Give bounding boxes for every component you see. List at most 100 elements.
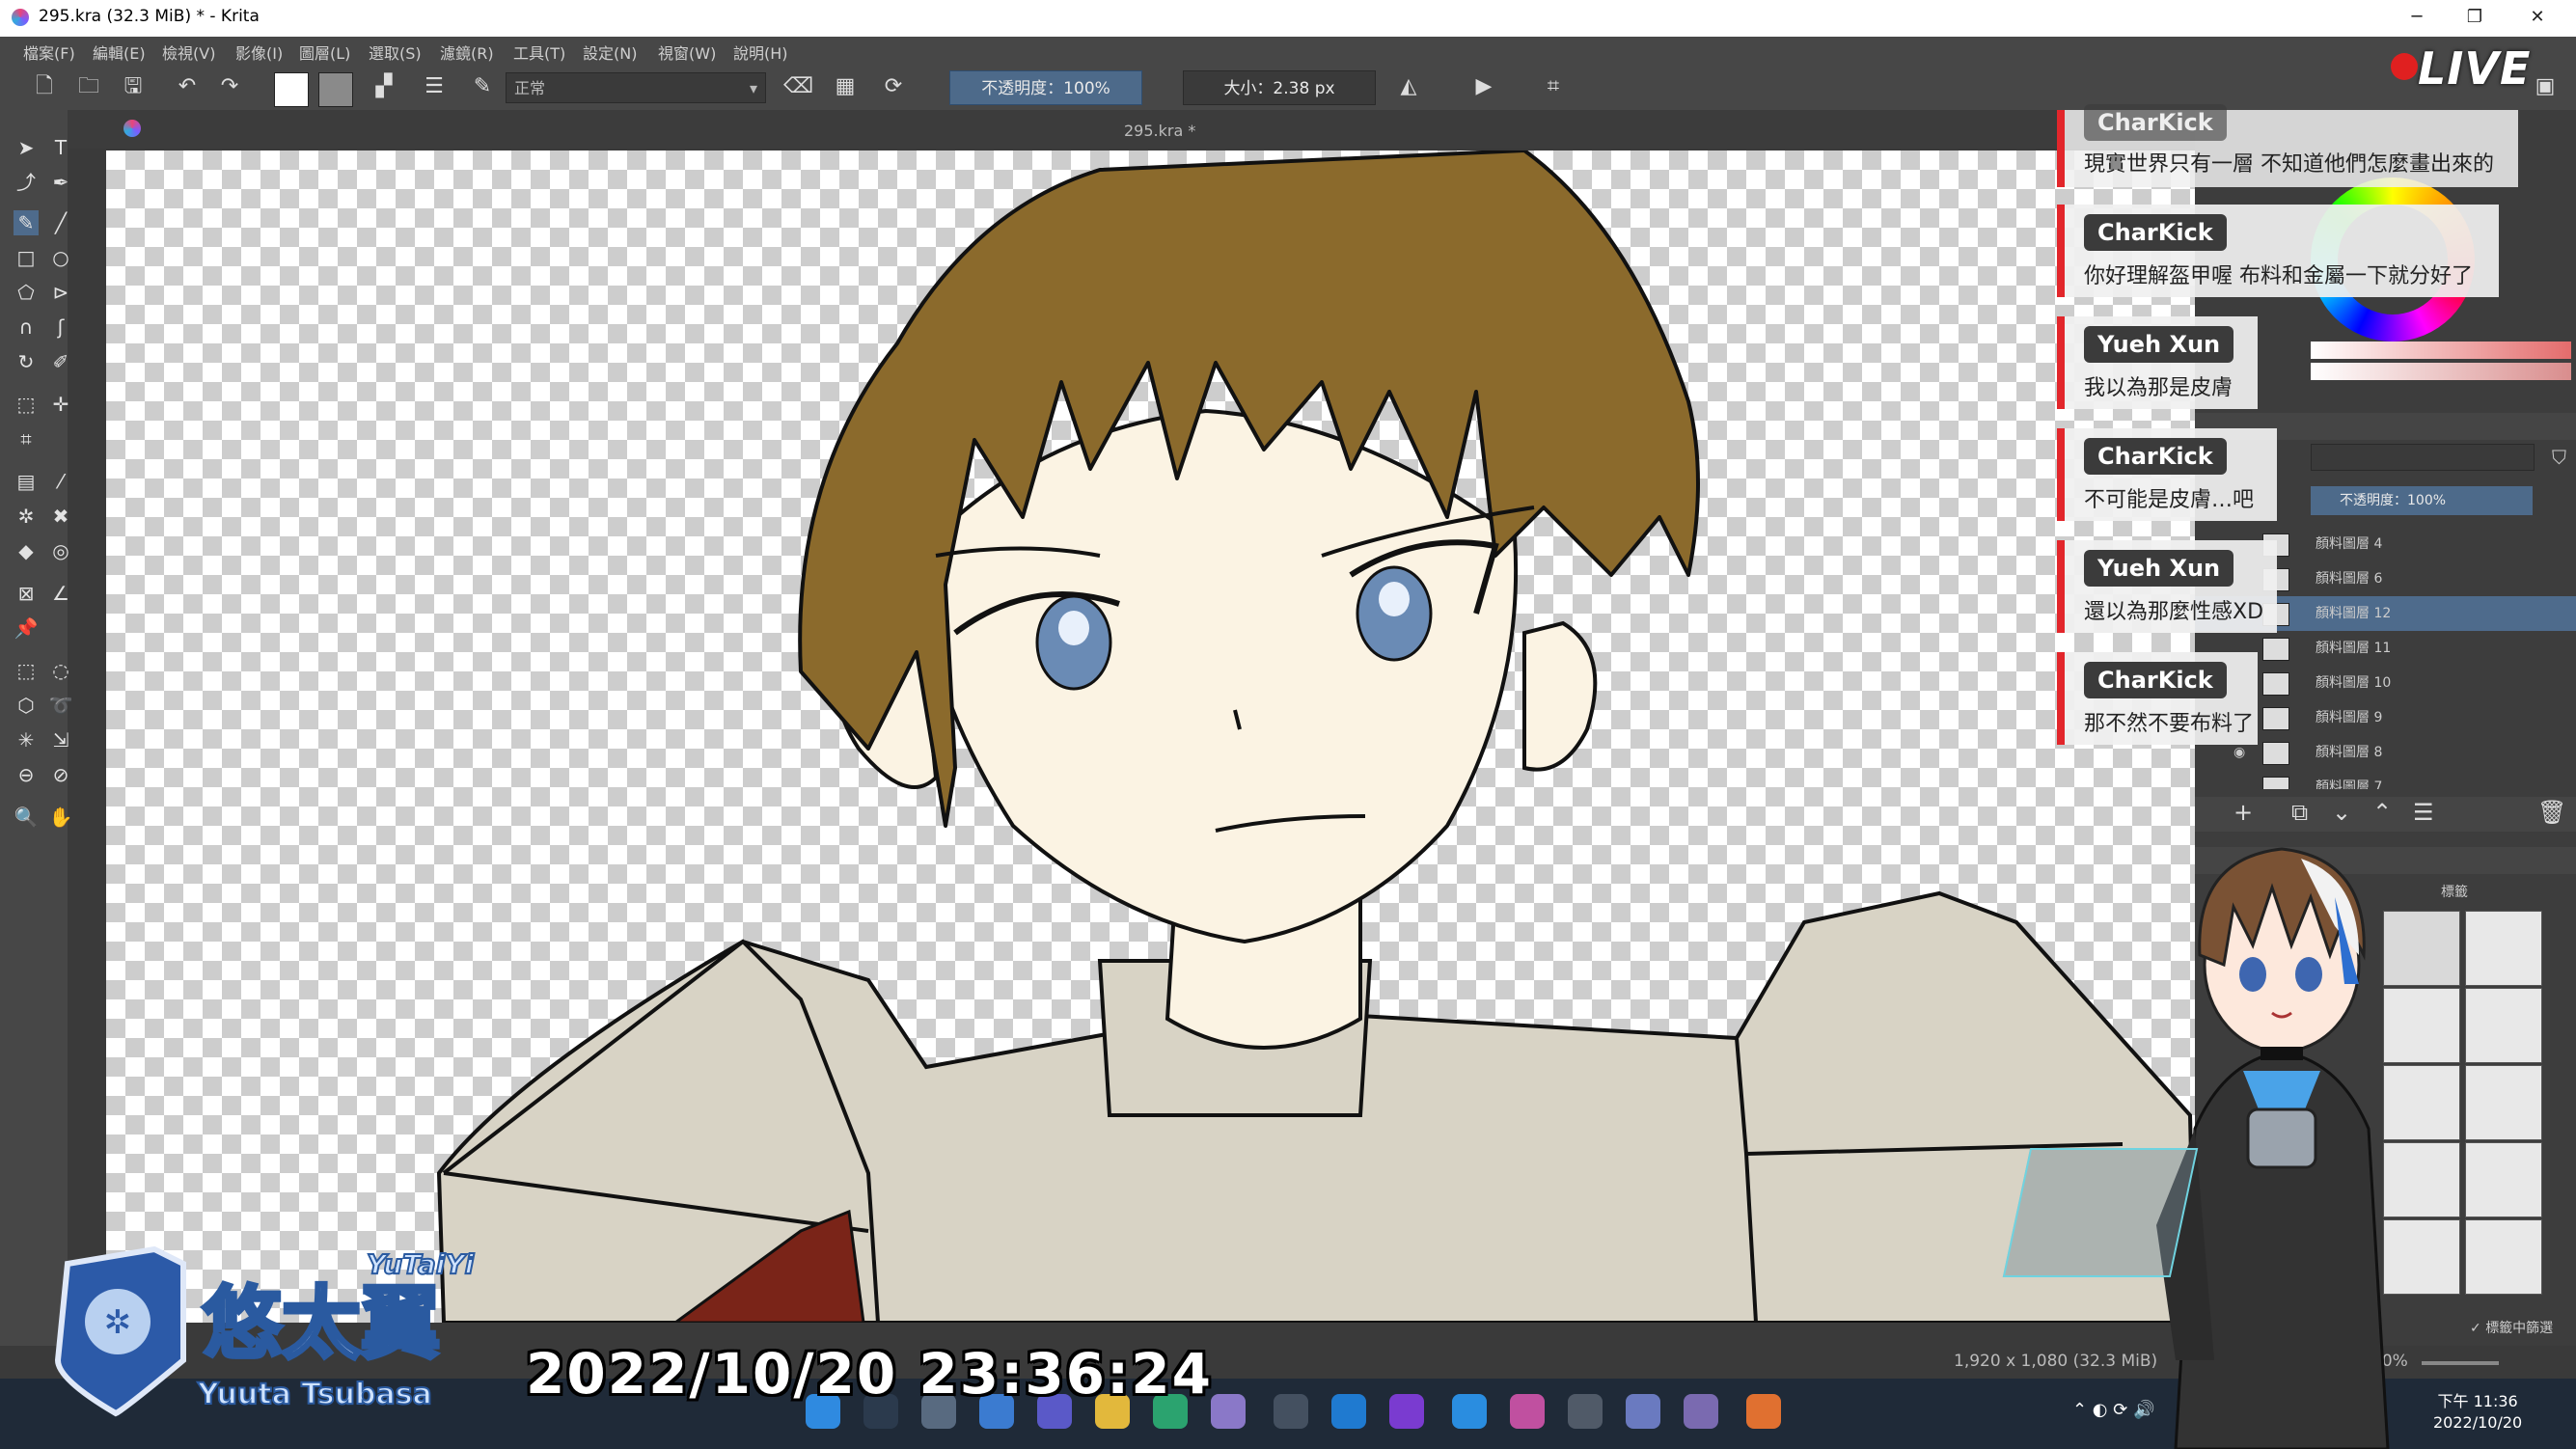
twitter-icon[interactable]	[1452, 1394, 1487, 1429]
multibrush-tool-icon[interactable]: ✐	[48, 349, 73, 374]
pattern-icon[interactable]: ▞	[370, 73, 397, 100]
vroid-app-icon[interactable]	[1211, 1394, 1246, 1429]
alpha-lock-icon[interactable]: ▦	[832, 73, 859, 100]
menu-filter[interactable]: 濾鏡(R)	[440, 41, 494, 64]
close-icon[interactable]: ✕	[2518, 4, 2557, 31]
krita-taskbar-icon[interactable]	[1510, 1394, 1545, 1429]
color-slider[interactable]	[2311, 342, 2571, 359]
measure-tool-icon[interactable]: ∠	[48, 581, 73, 606]
brush-preset[interactable]	[2465, 1219, 2542, 1295]
brush-preset-icon[interactable]: ✎	[469, 73, 496, 100]
enclose-fill-tool-icon[interactable]: ◎	[48, 538, 73, 563]
opacity-slider[interactable]: 不透明度：100%	[949, 70, 1142, 105]
mirror-horizontal-icon[interactable]: ◭	[1395, 73, 1422, 100]
obs-app-icon[interactable]	[1274, 1394, 1308, 1429]
drawing-canvas[interactable]	[106, 150, 2195, 1323]
calligraphy-tool-icon[interactable]: ✒	[48, 170, 73, 195]
ellipse-tool-icon[interactable]: ○	[48, 245, 73, 270]
crop-tool-icon[interactable]: ⌗	[14, 426, 39, 451]
pan-tool-icon[interactable]: ✋	[48, 805, 73, 830]
github-icon[interactable]	[1568, 1394, 1603, 1429]
mirror-vertical-icon[interactable]: ▶	[1470, 73, 1497, 100]
line-tool-icon[interactable]: ╱	[48, 210, 73, 235]
brush-size-slider[interactable]: 大小：2.38 px	[1183, 70, 1376, 105]
menu-help[interactable]: 說明(H)	[733, 41, 788, 64]
similar-select-tool-icon[interactable]: ⇲	[48, 727, 73, 752]
vscode-icon[interactable]	[1331, 1394, 1366, 1429]
magnetic-select-tool-icon[interactable]: ⊘	[48, 762, 73, 787]
polygon-tool-icon[interactable]: ⬠	[14, 280, 39, 305]
menu-select[interactable]: 選取(S)	[369, 41, 422, 64]
app-icon-2[interactable]	[1746, 1394, 1781, 1429]
redo-icon[interactable]: ↷	[216, 73, 243, 100]
zoom-slider[interactable]	[2422, 1361, 2499, 1365]
discord-icon[interactable]	[1684, 1394, 1718, 1429]
layer-row[interactable]: 顏料圖層 7	[2195, 770, 2576, 789]
document-info: 1,920 x 1,080 (32.3 MiB)	[1954, 1352, 2158, 1371]
layer-opacity-slider[interactable]: 不透明度：100%	[2311, 486, 2533, 515]
foreground-color-swatch[interactable]	[274, 72, 309, 107]
edit-shapes-tool-icon[interactable]: ⤴	[14, 170, 39, 195]
menu-edit[interactable]: 編輯(E)	[93, 41, 146, 64]
menu-file[interactable]: 檔案(F)	[23, 41, 75, 64]
undo-icon[interactable]: ↶	[174, 73, 201, 100]
freehand-path-tool-icon[interactable]: ʃ	[48, 314, 73, 340]
smart-patch-tool-icon[interactable]: ✖	[48, 504, 73, 529]
bezier-select-tool-icon[interactable]: ⊖	[14, 762, 39, 787]
gradient-swatch[interactable]	[318, 72, 353, 107]
move-tool-icon[interactable]: ✛	[48, 392, 73, 417]
zoom-tool-icon[interactable]: 🔍	[14, 805, 39, 830]
menu-tools[interactable]: 工具(T)	[513, 41, 565, 64]
minimize-icon[interactable]: ─	[2398, 4, 2436, 31]
reload-preset-icon[interactable]: ⟳	[880, 73, 907, 100]
ellipse-select-tool-icon[interactable]: ◌	[48, 658, 73, 683]
gradient-tool-icon[interactable]: ▤	[14, 469, 39, 494]
brush-preset[interactable]	[2465, 911, 2542, 986]
app-icon-1[interactable]	[1626, 1394, 1660, 1429]
select-shapes-tool-icon[interactable]: ➤	[14, 135, 39, 160]
delete-layer-icon[interactable]: 🗑	[2537, 799, 2566, 826]
contiguous-select-tool-icon[interactable]: ✳	[14, 727, 39, 752]
eraser-icon[interactable]: ⌫	[783, 73, 813, 100]
polygon-select-tool-icon[interactable]: ⬡	[14, 693, 39, 718]
dynamic-brush-tool-icon[interactable]: ↻	[14, 349, 39, 374]
menu-layer[interactable]: 圖層(L)	[299, 41, 350, 64]
polyline-tool-icon[interactable]: ⊳	[48, 280, 73, 305]
filter-icon[interactable]: ⛉	[2552, 446, 2566, 469]
menu-window[interactable]: 視窗(W)	[658, 41, 716, 64]
save-icon[interactable]: 🖫	[120, 73, 147, 100]
fill-tool-icon[interactable]: ◆	[14, 538, 39, 563]
rect-select-tool-icon[interactable]: ⬚	[14, 658, 39, 683]
document-tab[interactable]: 295.kra *	[1124, 122, 1195, 140]
workspace-icon[interactable]: ▣	[2532, 73, 2559, 100]
new-document-icon[interactable]: 🗋	[31, 73, 58, 100]
jetbrains-icon[interactable]	[1389, 1394, 1424, 1429]
freehand-brush-tool-icon[interactable]: ✎	[14, 210, 39, 235]
restore-icon[interactable]: ❐	[2455, 4, 2494, 31]
brush-settings-icon[interactable]: ☰	[421, 73, 448, 100]
menu-view[interactable]: 檢視(V)	[162, 41, 215, 64]
color-picker-tool-icon[interactable]: ⁄	[48, 469, 73, 494]
wrap-around-icon[interactable]: ⌗	[1540, 73, 1567, 100]
chat-username: CharKick	[2084, 438, 2227, 475]
rectangle-tool-icon[interactable]: □	[14, 245, 39, 270]
bezier-tool-icon[interactable]: ∩	[14, 314, 39, 340]
brush-preset[interactable]	[2465, 1142, 2542, 1217]
open-folder-icon[interactable]: 🗀	[75, 73, 102, 100]
freehand-select-tool-icon[interactable]: ➰	[48, 693, 73, 718]
taskbar-clock[interactable]: 下午 11:36 2022/10/20	[2433, 1391, 2522, 1434]
layer-blend-select[interactable]	[2311, 444, 2535, 471]
colorize-mask-tool-icon[interactable]: ✲	[14, 504, 39, 529]
reference-image-tool-icon[interactable]: 📌	[14, 615, 39, 641]
menu-settings[interactable]: 設定(N)	[583, 41, 637, 64]
search-in-tags-checkbox[interactable]: ✓ 標籤中篩選	[2470, 1318, 2553, 1337]
tag-label[interactable]: 標籤	[2441, 882, 2468, 901]
blend-mode-value: 正常	[514, 79, 546, 97]
brush-preset[interactable]	[2465, 988, 2542, 1063]
assistant-tool-icon[interactable]: ⊠	[14, 581, 39, 606]
blend-mode-select[interactable]: 正常 ▾	[506, 72, 766, 103]
transform-tool-icon[interactable]: ⬚	[14, 392, 39, 417]
color-slider-2[interactable]	[2311, 363, 2571, 380]
menu-image[interactable]: 影像(I)	[235, 41, 283, 64]
brush-preset[interactable]	[2465, 1065, 2542, 1140]
